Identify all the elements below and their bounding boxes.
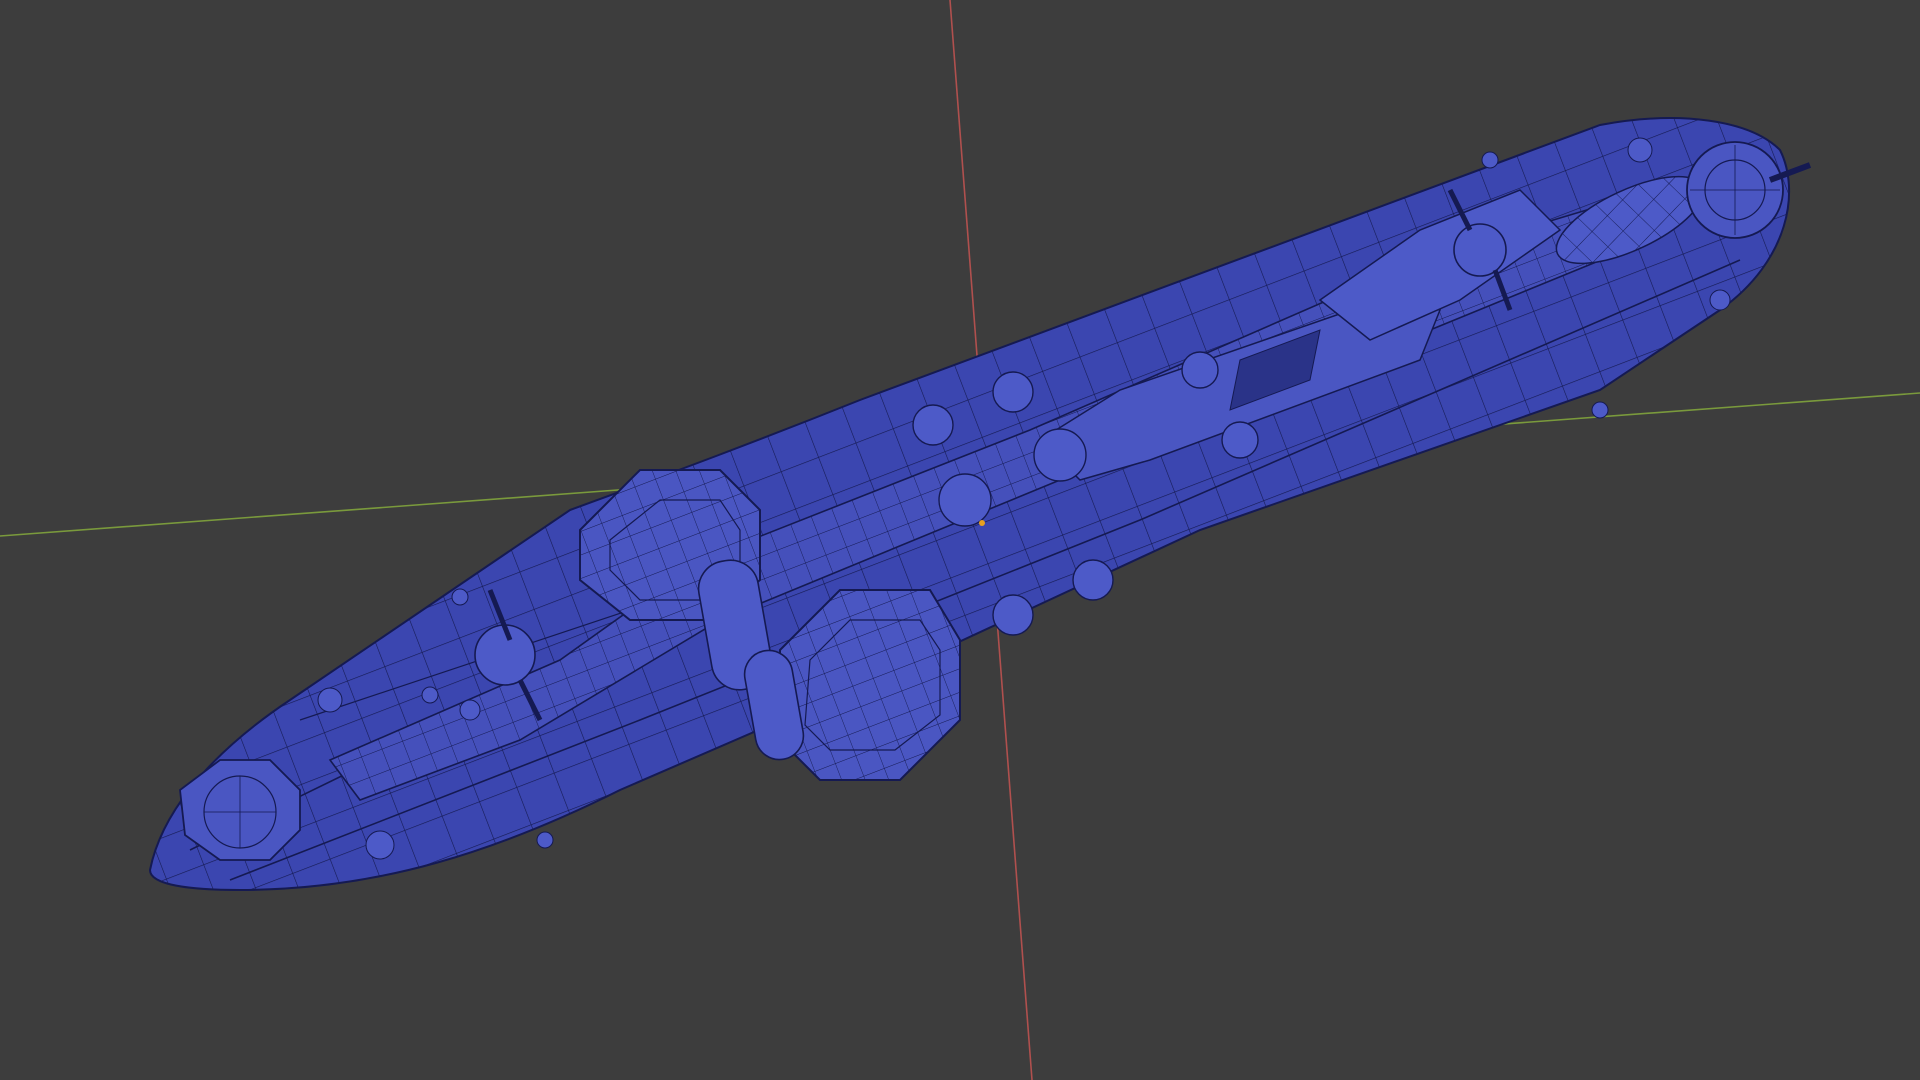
- origin-marker[interactable]: [979, 520, 985, 526]
- stern-turret[interactable]: [1686, 141, 1812, 239]
- secondary-gun-5[interactable]: [1033, 428, 1087, 482]
- secondary-gun-7[interactable]: [1181, 351, 1219, 389]
- secondary-gun-8[interactable]: [1221, 421, 1259, 459]
- secondary-gun-6[interactable]: [938, 473, 992, 527]
- secondary-gun-3[interactable]: [1072, 559, 1114, 601]
- 3d-viewport[interactable]: [0, 0, 1920, 1080]
- secondary-gun-1[interactable]: [992, 371, 1034, 413]
- secondary-gun-2[interactable]: [912, 404, 954, 446]
- ship-model[interactable]: [148, 117, 1812, 892]
- secondary-gun-4[interactable]: [992, 594, 1034, 636]
- bow-turret[interactable]: [179, 759, 301, 861]
